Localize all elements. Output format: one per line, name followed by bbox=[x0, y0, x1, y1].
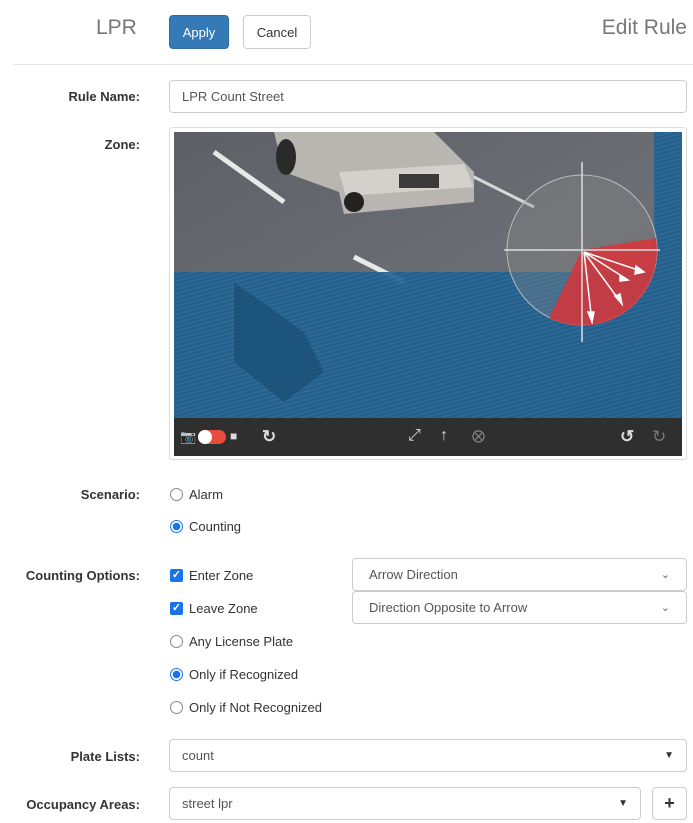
occupancy-areas-select[interactable]: street lpr ▼ bbox=[169, 787, 641, 820]
camera-icon[interactable]: 📷 bbox=[180, 429, 196, 445]
leave-zone-checkbox[interactable]: ✓ bbox=[170, 602, 183, 615]
enter-zone-checkbox[interactable]: ✓ bbox=[170, 569, 183, 582]
clear-icon[interactable]: ⨂ bbox=[472, 428, 485, 444]
apply-button[interactable]: Apply bbox=[169, 15, 229, 49]
enter-zone-label: Enter Zone bbox=[189, 568, 254, 583]
header-divider bbox=[13, 64, 693, 65]
expand-icon[interactable]: ⤢ bbox=[408, 427, 421, 445]
caret-down-icon: ▼ bbox=[618, 798, 628, 809]
app-title: LPR bbox=[96, 16, 137, 39]
chevron-down-icon: ⌄ bbox=[660, 569, 670, 581]
leave-zone-direction-value: Direction Opposite to Arrow bbox=[369, 600, 528, 615]
redo-icon[interactable]: ↻ bbox=[652, 427, 666, 447]
enter-zone-direction-select[interactable]: Arrow Direction ⌄ bbox=[352, 558, 687, 591]
scenario-counting-radio[interactable] bbox=[170, 520, 183, 533]
scenario-alarm-radio[interactable] bbox=[170, 488, 183, 501]
video-toolbar: 📷 ■ ↻ ⤢ ↑ ⨂ ↺ ↻ bbox=[174, 418, 682, 456]
any-plate-radio[interactable] bbox=[170, 635, 183, 648]
camera-view[interactable] bbox=[174, 132, 682, 418]
add-occupancy-area-button[interactable]: + bbox=[652, 787, 687, 820]
chevron-down-icon: ⌄ bbox=[660, 602, 670, 614]
plate-lists-value: count bbox=[182, 748, 214, 763]
scenario-alarm-label: Alarm bbox=[189, 487, 223, 502]
toggle-knob bbox=[198, 430, 212, 444]
plate-lists-label: Plate Lists: bbox=[70, 749, 140, 764]
caret-down-icon: ▼ bbox=[664, 750, 674, 761]
enter-zone-direction-value: Arrow Direction bbox=[369, 567, 458, 582]
only-recognized-radio[interactable] bbox=[170, 668, 183, 681]
counting-options-label: Counting Options: bbox=[25, 568, 140, 583]
plate-lists-select[interactable]: count ▼ bbox=[169, 739, 687, 772]
scenario-label: Scenario: bbox=[80, 487, 140, 502]
undo-icon[interactable]: ↺ bbox=[620, 427, 634, 447]
occupancy-areas-value: street lpr bbox=[182, 796, 233, 811]
live-toggle[interactable] bbox=[198, 430, 226, 444]
leave-zone-label: Leave Zone bbox=[189, 601, 258, 616]
any-plate-label: Any License Plate bbox=[189, 634, 294, 649]
page-title: Edit Rule bbox=[601, 16, 687, 39]
cancel-button[interactable]: Cancel bbox=[243, 15, 311, 49]
rule-name-input[interactable]: LPR Count Street bbox=[169, 80, 687, 113]
only-recognized-label: Only if Recognized bbox=[189, 667, 299, 682]
leave-zone-direction-select[interactable]: Direction Opposite to Arrow ⌄ bbox=[352, 591, 687, 624]
only-not-recognized-radio[interactable] bbox=[170, 701, 183, 714]
scenario-counting-label: Counting bbox=[189, 519, 242, 534]
zone-label: Zone: bbox=[104, 137, 140, 152]
arrow-up-icon[interactable]: ↑ bbox=[440, 427, 448, 445]
occupancy-areas-label: Occupancy Areas: bbox=[26, 797, 140, 812]
only-not-recognized-label: Only if Not Recognized bbox=[189, 700, 322, 715]
video-camera-icon[interactable]: ■ bbox=[230, 429, 237, 443]
rule-name-label: Rule Name: bbox=[68, 89, 140, 104]
zone-video-canvas[interactable] bbox=[174, 132, 682, 418]
refresh-icon[interactable]: ↻ bbox=[262, 427, 276, 447]
